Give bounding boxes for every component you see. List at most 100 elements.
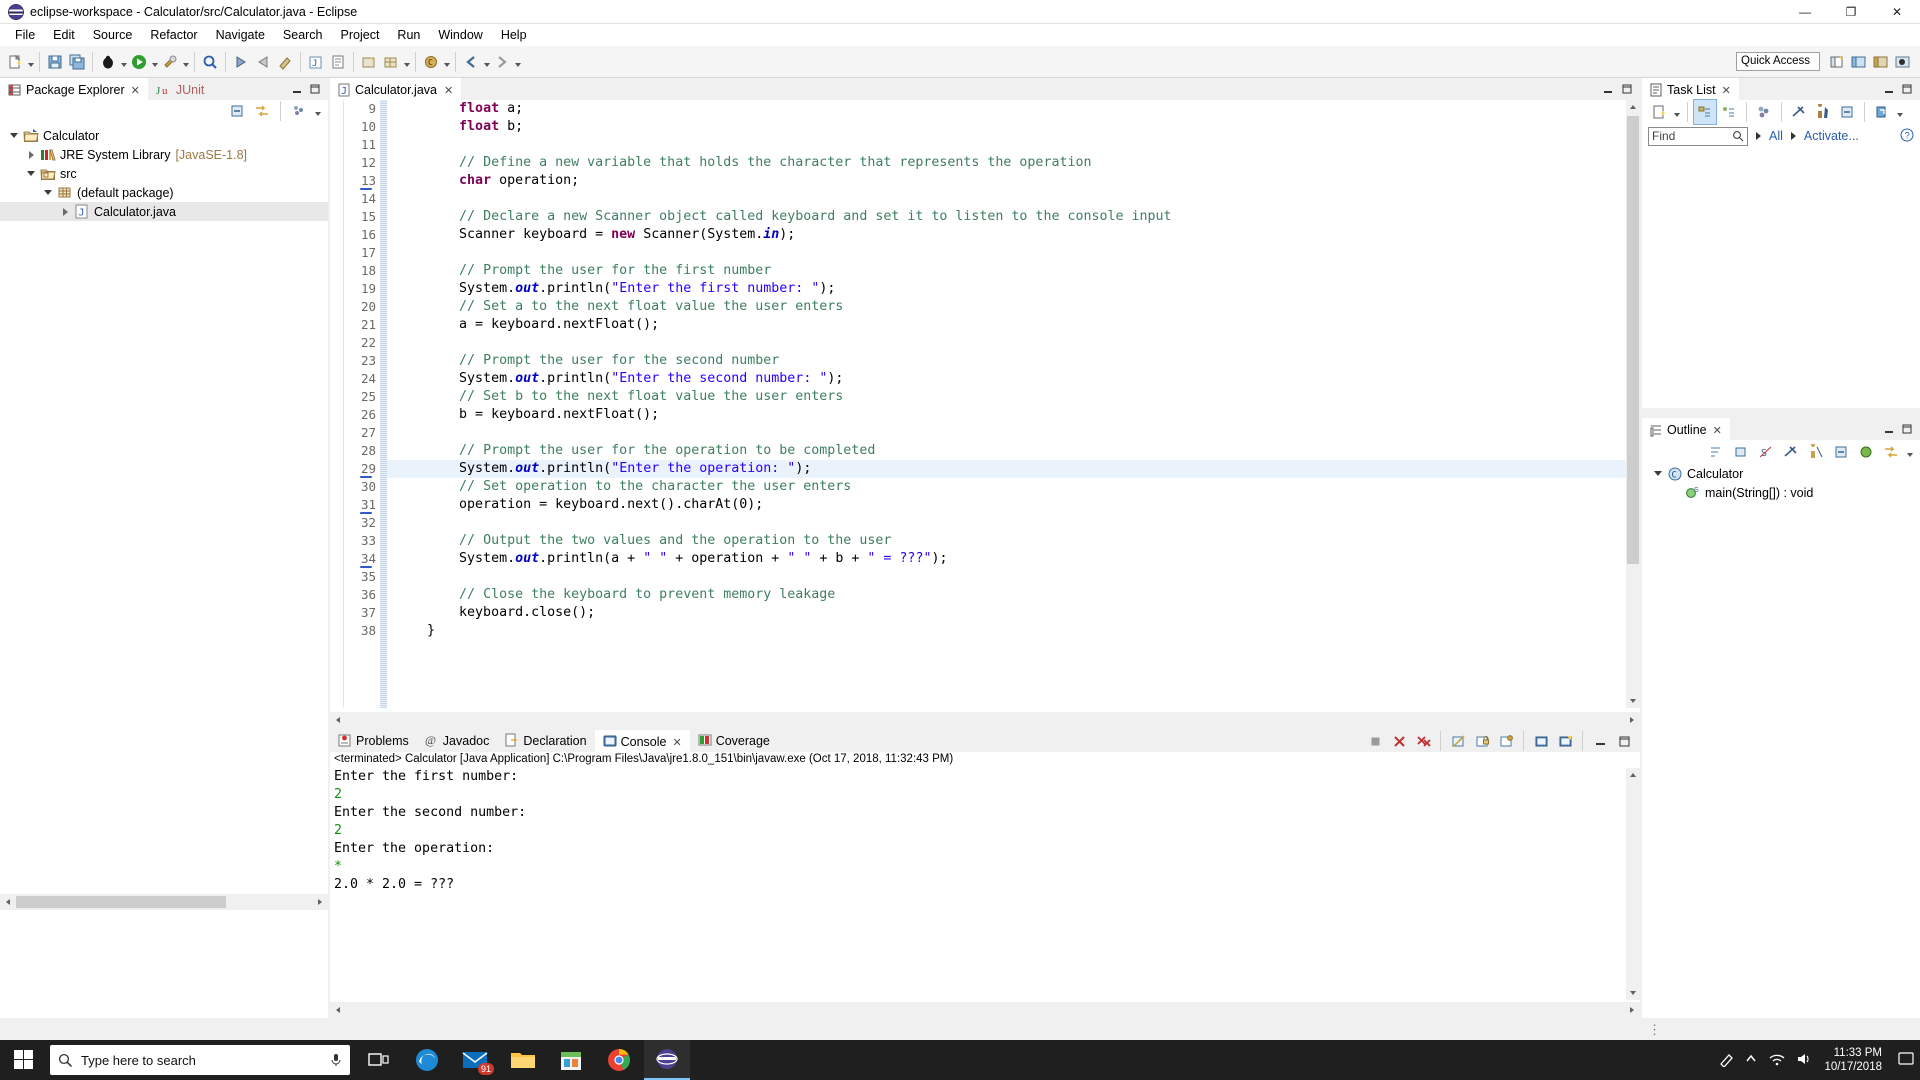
- outline-item[interactable]: Smain(String[]) : void: [1642, 483, 1920, 502]
- editor-hscrollbar[interactable]: [330, 712, 1640, 728]
- restore-tasks-icon[interactable]: [1871, 100, 1893, 124]
- console-vscrollbar[interactable]: [1626, 768, 1640, 1000]
- scroll-right-icon[interactable]: [1624, 1002, 1640, 1018]
- run-icon[interactable]: [128, 50, 150, 74]
- scroll-right-icon[interactable]: [1624, 712, 1640, 728]
- next-annotation-icon[interactable]: [230, 50, 252, 74]
- code-line[interactable]: float b;: [387, 118, 1640, 136]
- scroll-lock-icon[interactable]: [1471, 729, 1493, 753]
- terminate-all-icon[interactable]: [1364, 729, 1386, 753]
- pin-console-icon[interactable]: [1495, 729, 1517, 753]
- minimize-panel-icon[interactable]: [290, 82, 304, 96]
- vscroll-thumb[interactable]: [1627, 116, 1639, 564]
- new-task-icon[interactable]: [1648, 100, 1670, 124]
- eclipse-icon[interactable]: [644, 1040, 690, 1080]
- remove-all-terminated-icon[interactable]: [1412, 729, 1434, 753]
- previous-annotation-icon[interactable]: [252, 50, 274, 74]
- tab-junit[interactable]: Ju JUnit: [147, 78, 213, 100]
- chevron-down-icon[interactable]: [1650, 466, 1666, 482]
- volume-icon[interactable]: [1796, 1052, 1814, 1069]
- close-icon[interactable]: ✕: [131, 84, 140, 97]
- new-java-project-icon[interactable]: [358, 50, 380, 74]
- chevron-down-icon[interactable]: [6, 128, 22, 144]
- all-filter-arrow-icon[interactable]: [1756, 132, 1761, 140]
- code-line[interactable]: [387, 190, 1640, 208]
- hide-fields-icon[interactable]: [1730, 440, 1752, 464]
- open-perspective-icon[interactable]: [1826, 50, 1848, 74]
- scroll-up-icon[interactable]: [1626, 100, 1640, 114]
- menu-refactor[interactable]: Refactor: [141, 25, 206, 45]
- minimize-editor-icon[interactable]: [1601, 82, 1615, 96]
- search-icon[interactable]: [199, 50, 221, 74]
- maximize-editor-icon[interactable]: [1620, 82, 1634, 96]
- start-button[interactable]: [0, 1040, 48, 1080]
- code-line[interactable]: float a;: [387, 100, 1640, 118]
- minimize-panel-icon[interactable]: [1882, 422, 1896, 436]
- minimize-panel-icon[interactable]: [1589, 729, 1611, 753]
- code-line[interactable]: a = keyboard.nextFloat();: [387, 316, 1640, 334]
- code-line[interactable]: [387, 136, 1640, 154]
- new-class-icon[interactable]: C: [420, 50, 442, 74]
- taskbar-search-box[interactable]: Type here to search: [50, 1045, 350, 1075]
- scroll-up-icon[interactable]: [1626, 768, 1640, 782]
- editor-code[interactable]: float a; float b; // Define a new variab…: [387, 100, 1640, 708]
- code-line[interactable]: System.out.println("Enter the second num…: [387, 370, 1640, 388]
- hide-static-icon[interactable]: S: [1755, 440, 1777, 464]
- quick-access-input[interactable]: Quick Access: [1736, 52, 1820, 71]
- new-class-dropdown-icon[interactable]: [442, 50, 451, 74]
- new-package-dropdown-icon[interactable]: [402, 50, 411, 74]
- hscroll-track[interactable]: [16, 894, 312, 910]
- new-dropdown-icon[interactable]: [26, 50, 35, 74]
- link-with-editor-icon[interactable]: [1880, 440, 1902, 464]
- code-line[interactable]: // Close the keyboard to prevent memory …: [387, 586, 1640, 604]
- code-line[interactable]: [387, 568, 1640, 586]
- open-task-icon[interactable]: [327, 50, 349, 74]
- view-menu-dropdown-icon[interactable]: [313, 99, 322, 123]
- tab-outline[interactable]: Outline ✕: [1642, 418, 1730, 440]
- find-input[interactable]: Find: [1648, 126, 1748, 146]
- task-list-menu-icon[interactable]: [1895, 100, 1904, 124]
- twisty-none[interactable]: [1668, 485, 1684, 501]
- external-tools-dropdown-icon[interactable]: [181, 50, 190, 74]
- package-explorer-hscrollbar[interactable]: [0, 894, 328, 910]
- tab-package-explorer[interactable]: Package Explorer ✕: [0, 78, 148, 100]
- menu-search[interactable]: Search: [274, 25, 332, 45]
- tab-calculator-java[interactable]: J Calculator.java ✕: [330, 78, 462, 100]
- task-view-icon[interactable]: [356, 1040, 402, 1080]
- menu-help[interactable]: Help: [492, 25, 536, 45]
- code-line[interactable]: keyboard.close();: [387, 604, 1640, 622]
- minimize-panel-icon[interactable]: [1882, 82, 1896, 96]
- tree-item[interactable]: Calculator: [0, 126, 328, 145]
- collapse-all-icon[interactable]: [1836, 100, 1858, 124]
- debug-icon[interactable]: [97, 50, 119, 74]
- collapse-all-icon[interactable]: [1830, 440, 1852, 464]
- code-line[interactable]: Scanner keyboard = new Scanner(System.in…: [387, 226, 1640, 244]
- categorized-presentation-icon[interactable]: [1693, 99, 1717, 125]
- collapse-all-icon[interactable]: [226, 99, 248, 123]
- new-icon[interactable]: [4, 50, 26, 74]
- close-icon[interactable]: ✕: [1722, 84, 1731, 97]
- link-with-editor-icon[interactable]: [251, 99, 273, 123]
- java-ee-perspective-icon[interactable]: [1870, 50, 1892, 74]
- tree-item[interactable]: src: [0, 164, 328, 183]
- code-line[interactable]: [387, 424, 1640, 442]
- scroll-left-icon[interactable]: [330, 712, 346, 728]
- mail-icon[interactable]: 91: [452, 1040, 498, 1080]
- chrome-icon[interactable]: [596, 1040, 642, 1080]
- forward-icon[interactable]: [491, 50, 513, 74]
- console-tab-coverage[interactable]: Coverage: [689, 730, 778, 752]
- scroll-down-icon[interactable]: [1626, 694, 1640, 708]
- back-dropdown-icon[interactable]: [482, 50, 491, 74]
- scroll-down-icon[interactable]: [1626, 986, 1640, 1000]
- console-tab-declaration[interactable]: Declaration: [497, 730, 595, 752]
- open-type-icon[interactable]: J: [305, 50, 327, 74]
- tree-item[interactable]: (default package): [0, 183, 328, 202]
- maximize-panel-icon[interactable]: [1613, 729, 1635, 753]
- run-dropdown-icon[interactable]: [150, 50, 159, 74]
- scroll-right-icon[interactable]: [312, 894, 328, 910]
- run-external-tools-icon[interactable]: [159, 50, 181, 74]
- menu-navigate[interactable]: Navigate: [207, 25, 274, 45]
- focus-on-workweek-icon[interactable]: [1753, 100, 1775, 124]
- hide-nonpublic-icon[interactable]: [1780, 440, 1802, 464]
- taskbar-clock[interactable]: 11:33 PM 10/17/2018: [1824, 1046, 1888, 1074]
